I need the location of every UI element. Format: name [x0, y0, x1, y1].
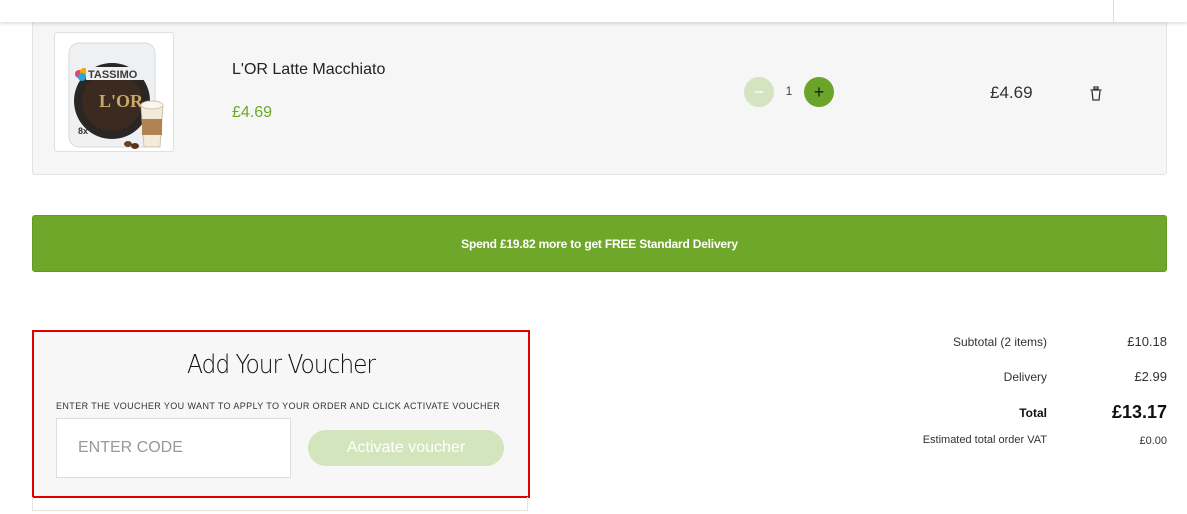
trash-icon[interactable]	[1089, 86, 1103, 102]
total-label: Total	[1019, 406, 1047, 420]
total-row: Total £13.17	[850, 402, 1167, 424]
product-image[interactable]: TASSIMO L'OR 8x	[54, 32, 174, 152]
line-total-price: £4.69	[990, 83, 1033, 102]
delivery-label: Delivery	[1003, 370, 1047, 384]
svg-text:TASSIMO: TASSIMO	[88, 69, 138, 81]
vat-value: £0.00	[1139, 435, 1167, 447]
cart-item-row: TASSIMO L'OR 8x L'OR Latte Macchiato £4.…	[32, 20, 1167, 175]
voucher-instructions: ENTER THE VOUCHER YOU WANT TO APPLY TO Y…	[56, 401, 501, 411]
product-name[interactable]: L'OR Latte Macchiato	[232, 61, 385, 79]
vat-row: Estimated total order VAT £0.00	[850, 434, 1167, 454]
activate-voucher-button[interactable]: Activate voucher	[308, 430, 504, 466]
decrease-quantity-button[interactable]: −	[744, 77, 774, 107]
header-divider	[1113, 0, 1114, 22]
product-unit-price: £4.69	[232, 104, 273, 121]
subtotal-row: Subtotal (2 items) £10.18	[850, 333, 1167, 353]
tassimo-pack-image: TASSIMO L'OR 8x	[68, 42, 164, 149]
voucher-title: Add Your Voucher	[187, 350, 376, 380]
svg-text:8x: 8x	[78, 126, 88, 136]
subtotal-label: Subtotal (2 items)	[952, 335, 1047, 349]
free-delivery-banner: Spend £19.82 more to get FREE Standard D…	[32, 215, 1167, 272]
voucher-panel-footer	[32, 497, 528, 511]
total-value: £13.17	[1111, 402, 1167, 422]
voucher-panel: Add Your Voucher ENTER THE VOUCHER YOU W…	[32, 330, 530, 498]
top-header-bar	[0, 0, 1187, 22]
delivery-row: Delivery £2.99	[850, 369, 1167, 389]
vat-label: Estimated total order VAT	[922, 434, 1047, 446]
voucher-code-input[interactable]	[56, 418, 291, 478]
delivery-value: £2.99	[1134, 369, 1167, 384]
subtotal-value: £10.18	[1127, 334, 1167, 349]
increase-quantity-button[interactable]: +	[804, 77, 834, 107]
quantity-value: 1	[785, 84, 793, 98]
svg-text:L'OR: L'OR	[99, 91, 144, 111]
